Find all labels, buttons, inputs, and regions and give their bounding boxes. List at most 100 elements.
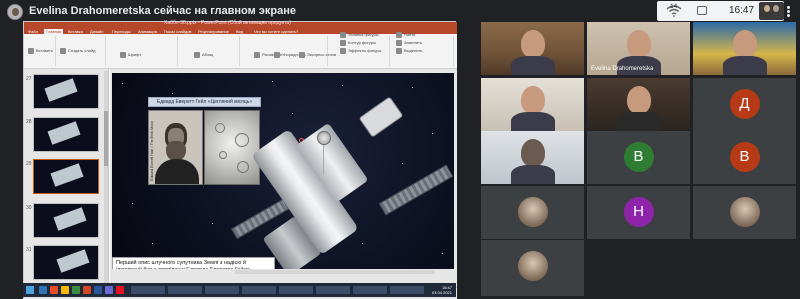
ribbon-group-2 <box>108 36 178 66</box>
participant-tile[interactable] <box>481 22 584 75</box>
taskbar-app-icon[interactable] <box>83 286 91 294</box>
participant-tile[interactable]: Н <box>587 186 690 239</box>
ribbon-label-10[interactable]: Найти <box>404 32 415 37</box>
ribbon-label-8[interactable]: Контур фигуры <box>348 40 376 45</box>
windows-start-icon[interactable] <box>26 286 34 294</box>
telescope-aperture-door <box>358 96 404 138</box>
shared-screen-powerpoint: Хаббл-30.pptx - PowerPoint (Сбой активац… <box>23 20 457 299</box>
taskbar-window-button[interactable] <box>131 286 165 294</box>
participant-tile[interactable] <box>481 131 584 184</box>
thumbnails-scrollbar[interactable] <box>104 71 108 283</box>
ribbon-label-7[interactable]: Заливка фигуры <box>348 32 379 37</box>
ribbon-icon-12[interactable] <box>396 48 402 54</box>
taskbar-app-icon[interactable] <box>61 286 69 294</box>
ribbon-icon-5[interactable] <box>274 52 280 58</box>
ribbon-group-4 <box>242 36 328 66</box>
slide-thumbnail[interactable] <box>33 159 99 194</box>
current-slide: Едвард Еверетт Гейл «Цегляний місяць» Ed… <box>112 73 454 269</box>
slide-thumbnails-pane: 27 28 29 30 31 <box>24 69 109 287</box>
thumbnail-number: 30 <box>26 205 32 211</box>
participant-tile[interactable]: В <box>587 131 690 184</box>
taskbar-window-button[interactable] <box>353 286 387 294</box>
participant-video-face <box>520 86 545 114</box>
star <box>292 113 293 114</box>
participant-initial-avatar: Н <box>623 197 654 227</box>
participant-initial-avatar: Д <box>729 89 760 119</box>
taskbar-app-icon[interactable] <box>72 286 80 294</box>
ribbon-label-6[interactable]: Экспресс-стили <box>307 52 336 57</box>
ribbon-icon-3[interactable] <box>194 52 200 58</box>
ribbon-icon-6[interactable] <box>299 52 305 58</box>
ribbon-icon-8[interactable] <box>340 40 346 46</box>
participant-tile[interactable] <box>481 78 584 131</box>
participant-tile[interactable] <box>693 186 796 239</box>
participant-tile[interactable] <box>587 78 690 131</box>
taskbar-app-icon[interactable] <box>94 286 102 294</box>
participant-photo-avatar <box>729 197 760 227</box>
participant-tile[interactable] <box>693 22 796 75</box>
taskbar-app-icon[interactable] <box>50 286 58 294</box>
meet-window: Evelina Drahomeretska сейчас на главном … <box>0 0 800 299</box>
ribbon-icon-7[interactable] <box>340 32 346 38</box>
participant-tile[interactable]: В <box>693 131 796 184</box>
more-options-icon[interactable] <box>787 6 791 18</box>
shared-windows-taskbar: 16:47 03.04.2021 <box>23 283 456 297</box>
taskbar-window-button[interactable] <box>316 286 350 294</box>
taskbar-app-icon[interactable] <box>116 286 124 294</box>
participant-name: Evelina Drahomeretska <box>591 66 654 72</box>
participant-video-body <box>510 56 555 75</box>
participant-video-face <box>626 30 651 58</box>
ribbon-icon-10[interactable] <box>396 32 402 38</box>
ribbon-label-12[interactable]: Выделить <box>404 48 422 53</box>
participant-tile[interactable] <box>481 186 584 239</box>
participant-initial-avatar: В <box>729 142 760 172</box>
ribbon-icon-9[interactable] <box>340 48 346 54</box>
participant-photo-avatar <box>517 251 548 281</box>
antenna-dish <box>317 131 331 145</box>
taskbar-window-button[interactable] <box>390 286 424 294</box>
star <box>412 87 413 88</box>
star <box>342 85 343 86</box>
star <box>402 163 403 164</box>
ribbon-icon-11[interactable] <box>396 40 402 46</box>
taskbar-app-icon[interactable] <box>105 286 113 294</box>
taskbar-window-button[interactable] <box>205 286 239 294</box>
participant-photo-avatar <box>517 197 548 227</box>
participant-tile[interactable] <box>481 240 584 296</box>
ppt-document-title: Хаббл-30.pptx - PowerPoint (Сбой активац… <box>164 20 291 26</box>
slide-thumbnail[interactable] <box>33 245 99 280</box>
ribbon-icon-2[interactable] <box>120 52 126 58</box>
taskbar-window-button[interactable] <box>279 286 313 294</box>
self-view-thumbnail[interactable] <box>759 2 784 20</box>
slide-thumbnail[interactable] <box>33 203 99 238</box>
taskbar-clock: 16:47 03.04.2021 <box>431 285 452 295</box>
antenna-mast <box>323 143 324 175</box>
ribbon-label-9[interactable]: Эффекты фигуры <box>348 48 381 53</box>
slide-thumbnail[interactable] <box>33 74 99 109</box>
ribbon-label-2[interactable]: Шрифт <box>128 52 141 57</box>
ribbon-label-11[interactable]: Заменить <box>404 40 422 45</box>
star <box>272 81 273 82</box>
slide-thumbnail[interactable] <box>33 117 99 152</box>
left-gutter <box>0 24 23 299</box>
ribbon-icon-4[interactable] <box>254 52 260 58</box>
participant-tile[interactable]: Evelina Drahomeretska <box>587 22 690 75</box>
thumbnail-number: 29 <box>26 161 32 167</box>
solar-panel-right <box>378 164 454 216</box>
participant-video-body <box>722 56 767 75</box>
ribbon-label-0[interactable]: Вставить <box>36 48 53 53</box>
ribbon-icon-1[interactable] <box>60 48 66 54</box>
slide-horizontal-scrollbar[interactable] <box>235 270 435 274</box>
ribbon-icon-0[interactable] <box>28 48 34 54</box>
chat-icon[interactable] <box>697 6 707 15</box>
portrait-side-text: Edward Everett Hale • The Brick Moon <box>150 121 154 181</box>
participant-tile[interactable]: Д <box>693 78 796 131</box>
taskbar-window-button[interactable] <box>242 286 276 294</box>
taskbar-window-button[interactable] <box>168 286 202 294</box>
slide-caption: Едвард Еверетт Гейл «Цегляний місяць» <box>148 97 261 107</box>
participant-video-body <box>510 165 555 184</box>
ribbon-label-1[interactable]: Создать слайд <box>68 48 95 53</box>
star <box>442 253 443 254</box>
ribbon-label-3[interactable]: Абзац <box>202 52 213 57</box>
taskbar-app-icon[interactable] <box>39 286 47 294</box>
